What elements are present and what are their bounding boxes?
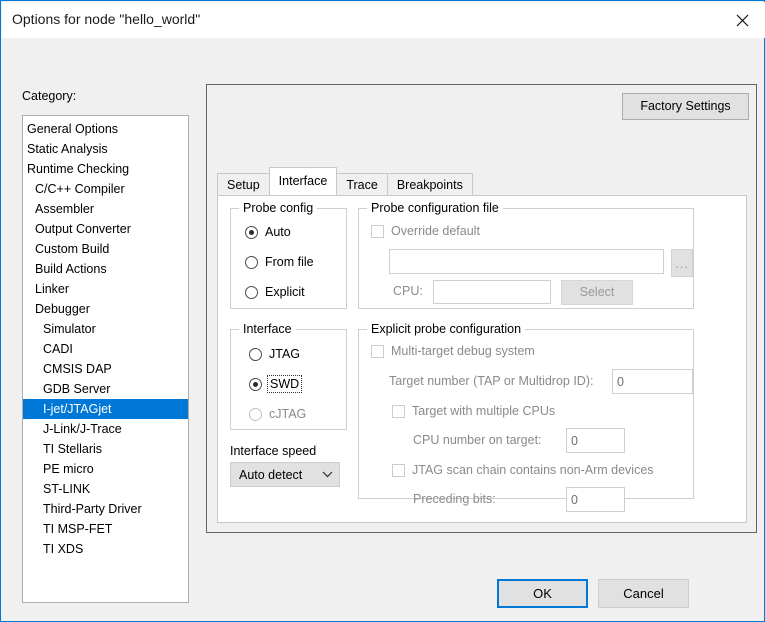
radio-interface-cjtag: cJTAG: [249, 407, 306, 421]
cpu-input[interactable]: [433, 280, 551, 304]
window-title: Options for node "hello_world": [12, 11, 200, 27]
checkbox-indicator: [371, 225, 384, 238]
preceding-bits-input[interactable]: [566, 487, 625, 512]
checkbox-jtag-scan-chain-non-arm[interactable]: JTAG scan chain contains non-Arm devices: [392, 463, 654, 477]
category-item[interactable]: Debugger: [23, 299, 188, 319]
category-list[interactable]: General Options Static Analysis Runtime …: [22, 115, 189, 603]
radio-label: Explicit: [265, 285, 305, 299]
select-button[interactable]: Select: [561, 280, 633, 305]
factory-settings-button[interactable]: Factory Settings: [622, 93, 749, 120]
radio-probe-auto[interactable]: Auto: [245, 225, 291, 239]
category-item[interactable]: TI MSP-FET: [23, 519, 188, 539]
cpu-number-input[interactable]: [566, 428, 625, 453]
category-item[interactable]: Output Converter: [23, 219, 188, 239]
category-item[interactable]: TI Stellaris: [23, 439, 188, 459]
radio-indicator: [245, 226, 258, 239]
category-item[interactable]: TI XDS: [23, 539, 188, 559]
close-icon[interactable]: [719, 2, 765, 38]
checkbox-multi-target-debug-system[interactable]: Multi-target debug system: [371, 344, 535, 358]
radio-label: Auto: [265, 225, 291, 239]
title-bar: Options for node "hello_world": [2, 2, 765, 38]
cancel-button[interactable]: Cancel: [598, 579, 689, 608]
radio-indicator: [245, 286, 258, 299]
target-number-label: Target number (TAP or Multidrop ID):: [389, 374, 593, 388]
category-item[interactable]: GDB Server: [23, 379, 188, 399]
checkbox-target-with-multiple-cpus[interactable]: Target with multiple CPUs: [392, 404, 555, 418]
checkbox-label: Target with multiple CPUs: [412, 404, 555, 418]
radio-indicator: [249, 408, 262, 421]
radio-label: JTAG: [269, 347, 300, 361]
category-item[interactable]: General Options: [23, 119, 188, 139]
checkbox-label: Override default: [391, 224, 480, 238]
radio-label: SWD: [269, 377, 300, 391]
chevron-down-icon: [315, 471, 339, 478]
radio-indicator: [249, 348, 262, 361]
tab-panel-interface: Probe config Auto From file Explicit Int…: [217, 195, 747, 523]
probe-configuration-file-group: Probe configuration file Override defaul…: [358, 208, 694, 309]
radio-probe-explicit[interactable]: Explicit: [245, 285, 305, 299]
probe-config-file-title: Probe configuration file: [367, 201, 503, 215]
browse-button[interactable]: ...: [671, 249, 693, 277]
interface-speed-select[interactable]: Auto detect: [230, 462, 340, 487]
ok-button[interactable]: OK: [497, 579, 588, 608]
explicit-probe-configuration-group: Explicit probe configuration Multi-targe…: [358, 329, 694, 499]
probe-config-group: Probe config Auto From file Explicit: [230, 208, 347, 309]
preceding-bits-label: Preceding bits:: [413, 492, 496, 506]
checkbox-indicator: [371, 345, 384, 358]
category-item[interactable]: Assembler: [23, 199, 188, 219]
interface-speed-value: Auto detect: [231, 468, 315, 482]
target-number-input[interactable]: [612, 369, 693, 394]
category-item[interactable]: CADI: [23, 339, 188, 359]
checkbox-label: JTAG scan chain contains non-Arm devices: [412, 463, 654, 477]
radio-interface-jtag[interactable]: JTAG: [249, 347, 300, 361]
category-item[interactable]: Custom Build: [23, 239, 188, 259]
checkbox-indicator: [392, 405, 405, 418]
interface-group: Interface JTAG SWD cJTAG: [230, 329, 347, 430]
tab-strip: Setup Interface Trace Breakpoints: [217, 170, 472, 195]
tab-breakpoints[interactable]: Breakpoints: [387, 173, 473, 195]
category-item[interactable]: Third-Party Driver: [23, 499, 188, 519]
category-item[interactable]: Runtime Checking: [23, 159, 188, 179]
interface-title: Interface: [239, 322, 296, 336]
tab-trace[interactable]: Trace: [336, 173, 388, 195]
checkbox-indicator: [392, 464, 405, 477]
category-item[interactable]: ST-LINK: [23, 479, 188, 499]
category-item[interactable]: CMSIS DAP: [23, 359, 188, 379]
checkbox-label: Multi-target debug system: [391, 344, 535, 358]
category-label: Category:: [22, 89, 76, 103]
category-item[interactable]: Simulator: [23, 319, 188, 339]
options-dialog: Options for node "hello_world" Category:…: [0, 0, 765, 622]
explicit-probe-title: Explicit probe configuration: [367, 322, 525, 336]
radio-label: cJTAG: [269, 407, 306, 421]
category-item[interactable]: C/C++ Compiler: [23, 179, 188, 199]
category-item[interactable]: J-Link/J-Trace: [23, 419, 188, 439]
probe-config-path-input[interactable]: [389, 249, 664, 274]
probe-config-title: Probe config: [239, 201, 317, 215]
category-item-selected[interactable]: I-jet/JTAGjet: [23, 399, 188, 419]
cpu-label: CPU:: [393, 284, 423, 298]
radio-interface-swd[interactable]: SWD: [249, 377, 300, 391]
tab-setup[interactable]: Setup: [217, 173, 270, 195]
tab-interface[interactable]: Interface: [269, 167, 338, 195]
category-item[interactable]: Linker: [23, 279, 188, 299]
checkbox-override-default[interactable]: Override default: [371, 224, 480, 238]
cpu-number-label: CPU number on target:: [413, 433, 542, 447]
category-item[interactable]: Build Actions: [23, 259, 188, 279]
options-panel: Factory Settings Setup Interface Trace B…: [206, 84, 757, 533]
radio-indicator: [245, 256, 258, 269]
interface-speed-label: Interface speed: [230, 444, 316, 458]
category-item[interactable]: Static Analysis: [23, 139, 188, 159]
radio-label: From file: [265, 255, 314, 269]
category-item[interactable]: PE micro: [23, 459, 188, 479]
radio-probe-from-file[interactable]: From file: [245, 255, 314, 269]
radio-indicator: [249, 378, 262, 391]
